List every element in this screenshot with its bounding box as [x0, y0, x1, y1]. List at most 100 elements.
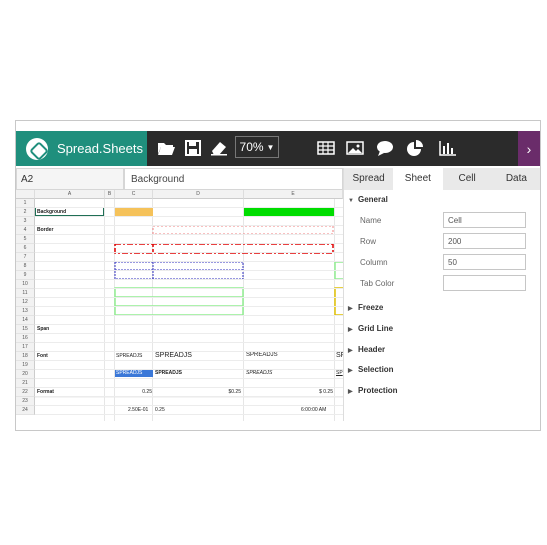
cell-d24[interactable]: 0.25 [155, 407, 165, 413]
caret-right-icon: ▶ [348, 368, 353, 374]
name-box[interactable]: A2 [16, 168, 124, 190]
grid-line [35, 360, 343, 361]
section-label: Selection [358, 365, 394, 374]
section-label: Header [358, 345, 386, 354]
row-header[interactable]: 18 [16, 352, 35, 361]
cell-f18[interactable]: SF [336, 352, 343, 359]
row-header[interactable]: 1 [16, 199, 35, 208]
row-header[interactable]: 4 [16, 226, 35, 235]
row-header[interactable]: 3 [16, 217, 35, 226]
eraser-icon[interactable] [210, 140, 228, 156]
cell-a4[interactable]: Border [37, 227, 53, 233]
app-title: Spread.Sheets [57, 141, 144, 156]
cell-a18[interactable]: Font [37, 353, 48, 359]
zoom-value: 70% [239, 140, 264, 154]
grid-line [35, 405, 343, 406]
tab-color-label: Tab Color [360, 279, 395, 288]
cell-f20[interactable]: SP [336, 370, 343, 376]
cell-c22[interactable]: 0.25 [136, 389, 152, 395]
row-field[interactable]: 200 [443, 233, 526, 249]
cell-e24[interactable]: 6:00:00 AM [301, 407, 326, 413]
caret-down-icon: ▼ [348, 198, 354, 204]
table-icon[interactable] [317, 140, 335, 156]
chevron-down-icon: ▼ [266, 142, 275, 152]
grid-line [35, 306, 343, 307]
save-icon[interactable] [184, 140, 202, 156]
row-header[interactable]: 9 [16, 271, 35, 280]
name-field[interactable]: Cell [443, 212, 526, 228]
tab-data[interactable]: Data [492, 168, 540, 190]
tab-color-picker[interactable] [443, 275, 526, 291]
grid-line [35, 333, 343, 334]
cell-e18[interactable]: SPREADJS [246, 352, 278, 358]
folder-open-icon[interactable] [157, 140, 175, 156]
grid-line [35, 297, 343, 298]
row-header[interactable]: 15 [16, 325, 35, 334]
grid-line [35, 378, 343, 379]
grid-line [35, 225, 343, 226]
row-header[interactable]: 16 [16, 334, 35, 343]
row-header[interactable]: 8 [16, 262, 35, 271]
spread-logo-icon [26, 137, 48, 160]
section-header[interactable]: ▶ Header [348, 345, 385, 354]
grid-line [35, 288, 343, 289]
formula-input[interactable]: Background [124, 168, 343, 190]
grid-line [35, 414, 343, 415]
bar-chart-icon[interactable] [439, 140, 457, 156]
section-protection[interactable]: ▶ Protection [348, 386, 398, 395]
row-header[interactable]: 23 [16, 397, 35, 406]
row-header[interactable]: 12 [16, 298, 35, 307]
comment-icon[interactable] [376, 140, 394, 156]
grid-line [35, 342, 343, 343]
tab-spread[interactable]: Spread [344, 168, 393, 190]
cell-c20[interactable]: SPREADJS [116, 370, 142, 376]
row-header[interactable]: 20 [16, 370, 35, 379]
grid-line [35, 234, 343, 235]
cell-c24[interactable]: 2.50E-01 [128, 407, 148, 413]
row-header[interactable]: 6 [16, 244, 35, 253]
tab-sheet[interactable]: Sheet [393, 168, 443, 190]
section-selection[interactable]: ▶ Selection [348, 365, 394, 374]
row-header[interactable]: 24 [16, 406, 35, 415]
cell-d20[interactable]: SPREADJS [155, 370, 182, 376]
cell-a2[interactable]: Background [37, 209, 66, 215]
spreadsheet-grid[interactable]: A B C D E Background Border Span Font Fo… [16, 190, 343, 421]
section-grid-line[interactable]: ▶ Grid Line [348, 324, 393, 333]
cell-c18[interactable]: SPREADJS [116, 353, 142, 359]
tab-cell[interactable]: Cell [443, 168, 492, 190]
designer-panel: Spread Sheet Cell Data ▼ General Name Cel… [343, 168, 540, 421]
column-field[interactable]: 50 [443, 254, 526, 270]
row-header[interactable]: 13 [16, 307, 35, 316]
row-header[interactable]: 17 [16, 343, 35, 352]
chevron-right-icon[interactable]: › [518, 131, 540, 166]
image-icon[interactable] [346, 140, 364, 156]
grid-line [35, 324, 343, 325]
grid-line [35, 315, 343, 316]
toolbar: Spread.Sheets 70% ▼ › [16, 131, 540, 166]
row-header[interactable]: 21 [16, 379, 35, 388]
row-header[interactable]: 7 [16, 253, 35, 262]
zoom-dropdown[interactable]: 70% ▼ [235, 136, 279, 158]
row-header[interactable]: 22 [16, 388, 35, 397]
cell-d18[interactable]: SPREADJS [155, 352, 192, 359]
brand: Spread.Sheets [16, 131, 147, 166]
row-header[interactable]: 11 [16, 289, 35, 298]
row-header[interactable]: 14 [16, 316, 35, 325]
row-header[interactable]: 19 [16, 361, 35, 370]
section-freeze[interactable]: ▶ Freeze [348, 303, 383, 312]
row-header[interactable]: 10 [16, 280, 35, 289]
cell-e20[interactable]: SPREADJS [246, 370, 272, 376]
cell-a22[interactable]: Format [37, 389, 54, 395]
cell-e22[interactable]: $ 0.25 [311, 389, 333, 395]
grid-line [35, 351, 343, 352]
grid-line [35, 279, 343, 280]
row-header[interactable]: 5 [16, 235, 35, 244]
section-general[interactable]: ▼ General [348, 195, 388, 204]
pie-chart-icon[interactable] [406, 140, 424, 156]
grid-line [35, 243, 343, 244]
grid-line [35, 396, 343, 397]
cell-d22[interactable]: $0.25 [221, 389, 241, 395]
cell-a15[interactable]: Span [37, 326, 49, 332]
caret-right-icon: ▶ [348, 389, 353, 395]
row-header[interactable]: 2 [16, 208, 35, 217]
